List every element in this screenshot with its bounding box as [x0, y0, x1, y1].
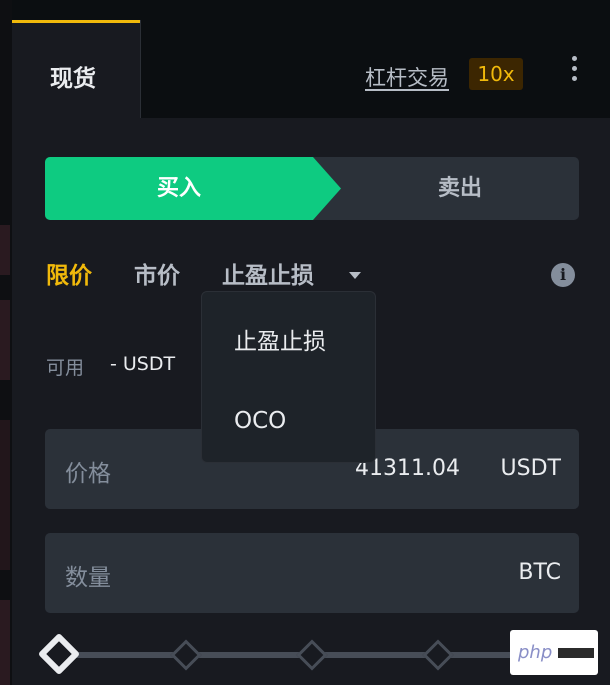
available-value: - USDT: [110, 353, 176, 375]
slider-step-25[interactable]: [170, 639, 202, 671]
buy-tab[interactable]: 买入: [45, 157, 341, 220]
buy-sell-toggle: 买入 卖出: [45, 157, 579, 220]
margin-trading-link[interactable]: 杠杆交易: [365, 62, 449, 92]
quantity-field[interactable]: 数量 BTC: [45, 533, 579, 613]
quantity-label: 数量: [65, 565, 111, 591]
price-unit: USDT: [500, 456, 561, 481]
php-watermark: php: [510, 630, 598, 675]
order-type-stop-limit[interactable]: 止盈止损: [222, 256, 314, 290]
left-edge-strip: [0, 0, 12, 685]
slider-step-50[interactable]: [296, 639, 328, 671]
tab-spot-label: 现货: [50, 66, 96, 92]
slider-handle[interactable]: [37, 632, 81, 676]
tab-spot[interactable]: 现货: [12, 20, 140, 118]
sell-tab[interactable]: 卖出: [341, 157, 579, 220]
available-label: 可用: [46, 357, 85, 379]
more-vertical-icon[interactable]: [566, 56, 582, 88]
dropdown-item-stop-limit[interactable]: 止盈止损: [234, 322, 326, 356]
price-label: 价格: [65, 461, 111, 487]
slider-step-75[interactable]: [422, 639, 454, 671]
watermark-text: php: [518, 642, 553, 663]
order-type-market[interactable]: 市价: [134, 256, 180, 290]
tab-divider: [140, 20, 141, 118]
quantity-unit: BTC: [518, 560, 561, 585]
stop-order-dropdown: 止盈止损 OCO: [201, 291, 376, 463]
info-icon[interactable]: i: [551, 263, 575, 287]
amount-slider[interactable]: [37, 632, 583, 678]
dropdown-item-oco[interactable]: OCO: [234, 408, 286, 434]
caret-down-icon[interactable]: [349, 272, 361, 279]
order-type-limit[interactable]: 限价: [46, 256, 92, 290]
leverage-badge: 10x: [469, 58, 523, 90]
